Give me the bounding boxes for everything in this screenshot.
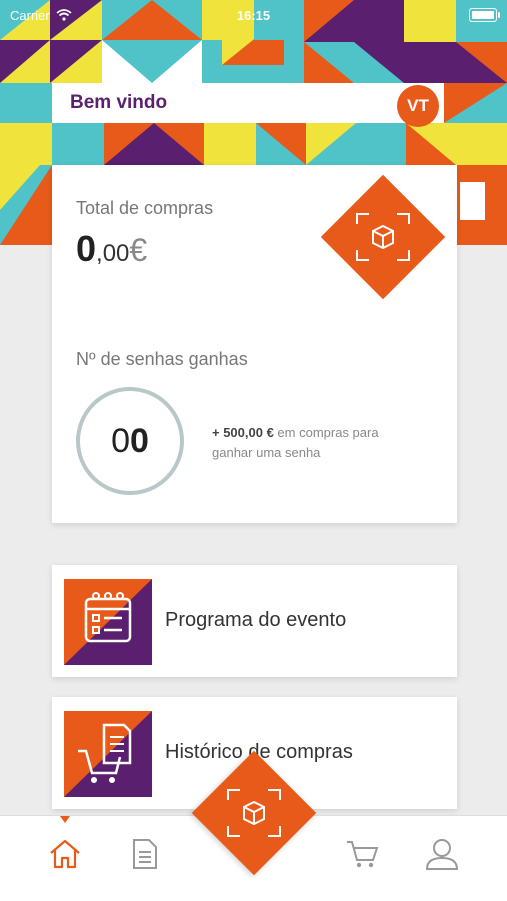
tickets-hint: + 500,00 € em compras para ganhar uma se…	[212, 425, 379, 460]
tickets-counter: 00	[76, 387, 184, 495]
battery-icon	[469, 8, 500, 22]
menu-item-event-program[interactable]: Programa do evento	[52, 565, 457, 677]
avatar[interactable]: VT	[397, 85, 439, 127]
active-tab-indicator	[60, 816, 70, 823]
status-bar: Carrier 16:15	[10, 6, 500, 24]
scan-button-card[interactable]	[320, 174, 446, 300]
carrier-label: Carrier	[10, 7, 50, 23]
wifi-icon	[56, 9, 72, 21]
cart-icon	[347, 841, 379, 868]
welcome-title: Bem vindo	[70, 92, 168, 113]
cart-receipt-icon	[64, 711, 152, 797]
tickets-earned-label: Nº de senhas ganhas	[76, 349, 248, 369]
menu-item-label: Programa do evento	[165, 609, 347, 631]
nav-profile[interactable]	[422, 834, 462, 874]
scan-box-icon	[356, 213, 410, 261]
total-purchases-label: Total de compras	[76, 198, 214, 218]
welcome-bar: Bem vindo	[52, 83, 444, 123]
total-purchases-value: 0,00€	[76, 228, 148, 269]
clock: 16:15	[236, 7, 271, 23]
user-icon	[425, 839, 459, 870]
nav-documents[interactable]	[125, 834, 165, 874]
nav-scan-button[interactable]	[191, 750, 317, 876]
scan-icon	[227, 789, 281, 837]
nav-home[interactable]	[45, 834, 85, 874]
home-icon	[50, 839, 80, 869]
nav-cart[interactable]	[342, 834, 382, 874]
document-icon	[133, 839, 157, 869]
calendar-icon	[64, 579, 152, 665]
